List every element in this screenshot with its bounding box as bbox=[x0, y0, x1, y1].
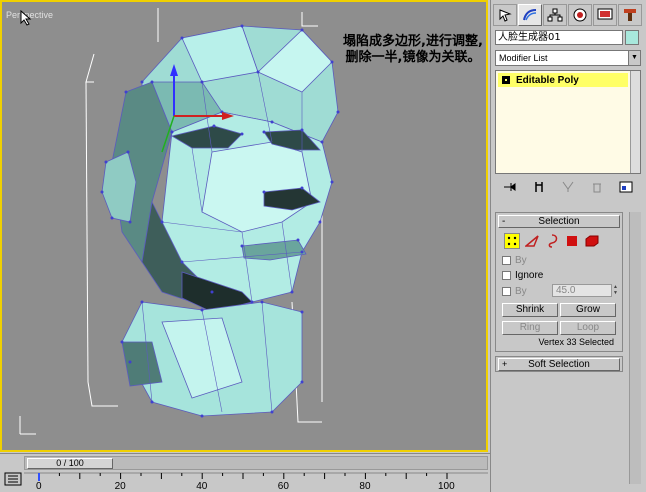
stack-item-label: Editable Poly bbox=[516, 74, 579, 86]
time-bar: 0 / 100 0 20 40 60 80 100 bbox=[0, 453, 490, 492]
make-unique-button[interactable] bbox=[561, 180, 575, 194]
vertex-icon bbox=[507, 236, 517, 246]
selection-rollout-header[interactable]: - Selection bbox=[498, 215, 620, 228]
selection-title: Selection bbox=[538, 216, 580, 227]
time-slider[interactable]: 0 / 100 bbox=[24, 456, 488, 470]
ignore-backfacing-checkbox[interactable] bbox=[502, 271, 511, 280]
ignore-backfacing-option[interactable]: Ignore bbox=[502, 270, 543, 281]
by-vertex-checkbox[interactable] bbox=[502, 256, 511, 265]
element-icon bbox=[585, 235, 599, 247]
modifier-stack[interactable]: Editable Poly •. bbox=[495, 70, 641, 174]
grow-button[interactable]: Grow bbox=[560, 303, 616, 317]
dropdown-arrow-icon[interactable]: ▼ bbox=[628, 51, 640, 65]
ruler-tick-label: 80 bbox=[359, 481, 371, 492]
soft-selection-header[interactable]: + Soft Selection bbox=[498, 358, 620, 371]
create-tab[interactable] bbox=[493, 4, 517, 26]
by-angle-label: By bbox=[515, 286, 527, 297]
element-mode-button[interactable] bbox=[584, 233, 600, 249]
edge-mode-button[interactable] bbox=[524, 233, 540, 249]
configure-sets-icon bbox=[619, 181, 633, 193]
vertex-mode-button[interactable] bbox=[504, 233, 520, 249]
object-name-field[interactable]: 人脸生成器01 bbox=[495, 30, 623, 45]
command-panel-tabs bbox=[493, 4, 643, 28]
modifier-list-label: Modifier List bbox=[499, 53, 548, 63]
configure-sets-button[interactable] bbox=[619, 180, 633, 194]
border-mode-button[interactable] bbox=[544, 233, 560, 249]
shrink-button[interactable]: Shrink bbox=[502, 303, 558, 317]
expand-plus-icon: + bbox=[502, 359, 508, 369]
modify-bend-icon bbox=[523, 9, 537, 21]
subobject-modes bbox=[504, 233, 600, 249]
collapse-icon: - bbox=[502, 216, 506, 227]
head-mesh-scene[interactable] bbox=[2, 2, 486, 450]
motion-tab[interactable] bbox=[568, 4, 592, 26]
make-unique-icon bbox=[562, 181, 574, 192]
time-slider-thumb[interactable]: 0 / 100 bbox=[27, 458, 113, 469]
utilities-hammer-icon bbox=[624, 9, 636, 21]
command-panel: 人脸生成器01 Modifier List ▼ Editable Poly •.… bbox=[490, 0, 646, 492]
display-monitor-icon bbox=[597, 8, 613, 20]
modify-tab[interactable] bbox=[518, 4, 542, 26]
angle-input[interactable]: 45.0 bbox=[552, 284, 612, 297]
ruler-tick-label: 40 bbox=[196, 481, 208, 492]
command-panel-scrollbar[interactable] bbox=[629, 212, 641, 484]
time-config-icon[interactable] bbox=[4, 472, 22, 486]
mouse-cursor-icon bbox=[20, 10, 32, 26]
ruler-tick-label: 0 bbox=[36, 481, 42, 492]
ring-button[interactable]: Ring bbox=[502, 321, 558, 335]
polygon-icon bbox=[567, 236, 577, 246]
soft-selection-title: Soft Selection bbox=[528, 359, 590, 370]
polygon-mode-button[interactable] bbox=[564, 233, 580, 249]
edge-icon bbox=[525, 235, 539, 247]
ruler-tick-label: 100 bbox=[438, 481, 455, 492]
display-tab[interactable] bbox=[593, 4, 617, 26]
pin-icon bbox=[503, 183, 516, 191]
perspective-viewport[interactable]: Perspective 塌陷成多边形,进行调整,删除一半,镜像为关联。 bbox=[0, 0, 488, 452]
selection-status: Vertex 33 Selected bbox=[538, 337, 614, 347]
show-end-result-icon bbox=[535, 182, 543, 192]
remove-modifier-button[interactable] bbox=[590, 180, 604, 194]
expand-icon[interactable] bbox=[502, 76, 510, 84]
stack-toolbar bbox=[495, 178, 641, 196]
frame-ruler-labels: 0 20 40 60 80 100 bbox=[24, 472, 488, 492]
object-color-swatch[interactable] bbox=[625, 30, 639, 45]
annotation-text: 塌陷成多边形,进行调整,删除一半,镜像为关联。 bbox=[343, 34, 483, 65]
stack-scrollbar[interactable] bbox=[630, 71, 640, 173]
show-end-result-button[interactable] bbox=[532, 180, 546, 194]
angle-spinner-icon[interactable]: ▲ ▼ bbox=[613, 284, 620, 297]
hierarchy-tab[interactable] bbox=[543, 4, 567, 26]
hierarchy-icon bbox=[547, 8, 563, 22]
utilities-tab[interactable] bbox=[618, 4, 642, 26]
loop-button[interactable]: Loop bbox=[560, 321, 616, 335]
selection-rollout: - Selection By Ignore By 45.0 ▲ ▼ Shrink … bbox=[495, 212, 623, 352]
soft-selection-rollout: + Soft Selection bbox=[495, 356, 623, 372]
modifier-list-dropdown[interactable]: Modifier List ▼ bbox=[495, 50, 641, 66]
motion-icon bbox=[573, 8, 587, 22]
ruler-tick-label: 20 bbox=[114, 481, 126, 492]
by-angle-checkbox[interactable] bbox=[502, 287, 511, 296]
by-angle-option[interactable]: By bbox=[502, 286, 527, 297]
stack-item-editable-poly[interactable]: Editable Poly bbox=[498, 73, 628, 87]
pin-stack-button[interactable] bbox=[503, 180, 517, 194]
border-icon bbox=[548, 234, 558, 248]
create-arrow-icon bbox=[499, 9, 512, 22]
by-vertex-option[interactable]: By bbox=[502, 255, 527, 266]
trash-icon bbox=[593, 183, 602, 193]
ignore-label: Ignore bbox=[515, 270, 544, 281]
ruler-tick-label: 60 bbox=[277, 481, 289, 492]
by-vertex-label: By bbox=[515, 255, 527, 266]
